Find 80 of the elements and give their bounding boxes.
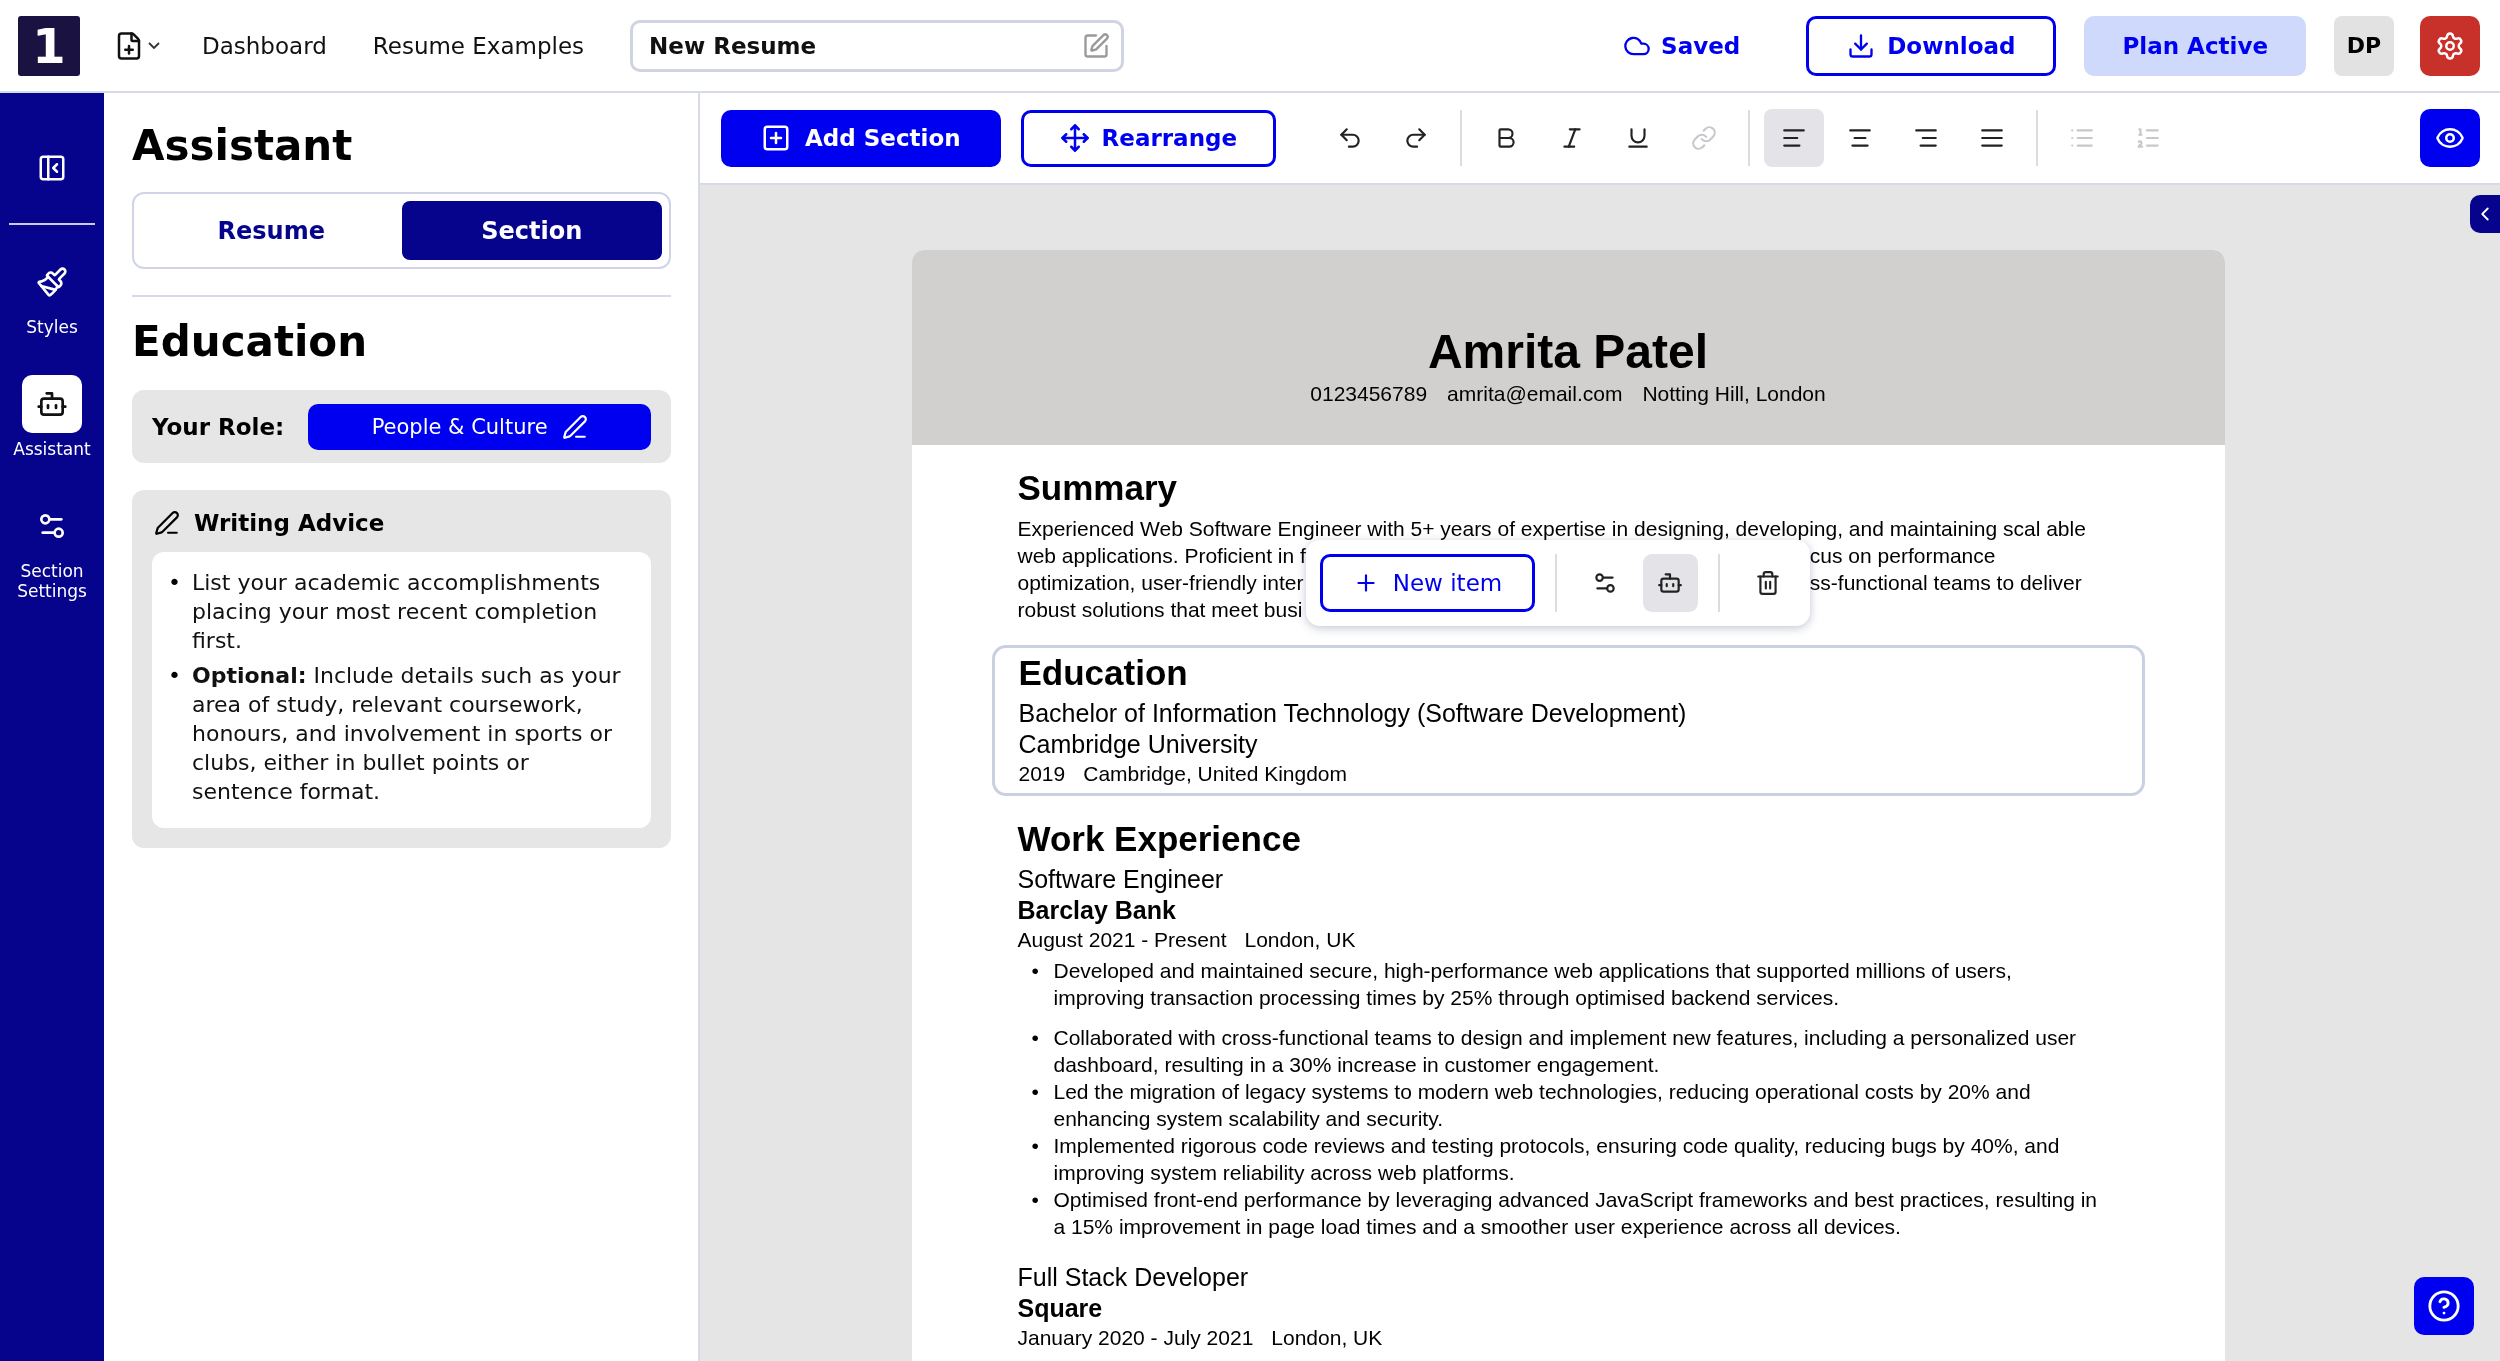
item-action-button[interactable] [1642,553,1699,612]
company-name: Square [1017,1293,1104,1324]
pen-icon [561,413,588,440]
rail-item[interactable]: Assistant [2,375,102,459]
collapse-panel-icon [37,153,67,183]
bullet-text: Optimised front-end performance by leveraging advanced JavaScript frameworks and best practices, resulting in a 15% improvement in page load times and a smoother user experience across all devices. [1053,1187,2098,1240]
link-icon [1691,125,1718,151]
bullet-marker: • [1031,1187,1040,1213]
section-title: Education [132,317,369,366]
bullet-marker: • [1031,958,1040,984]
section-heading: Education [1018,652,1189,694]
logo[interactable]: 1 [18,15,80,76]
contact-text: Notting Hill, London [1642,382,1826,406]
job-title: Software Engineer [1017,864,1225,895]
nav-link[interactable]: Resume Examples [372,32,585,59]
panel-title: Assistant [132,121,354,170]
resume-name: Amrita Patel [1427,326,1709,378]
help-button[interactable] [2414,1277,2474,1335]
rail-item[interactable]: Styles [2,253,102,337]
year-text: 2019 [1018,761,1066,787]
summary-text: optimization, user-friendly inter [1017,570,1305,596]
job-title: Full Stack Developer [1017,1262,1250,1293]
location-text: Cambridge, United Kingdom [1083,761,1348,787]
contact-text: 0123456789 [1310,382,1428,406]
degree-text: Bachelor of Information Technology (Software Development) [1018,698,1688,729]
summary-text: robust solutions that meet busi [1017,597,1304,623]
date-text: January 2020 - July 2021 [1017,1325,1254,1351]
bullet-text: Developed and maintained secure, high-performance web applications that supported millions of users, improving transaction processing times by 25% through optimised backend services. [1053,958,2013,1011]
rearrange-button[interactable]: Rearrange [1020,109,1277,167]
bullet-text: Implemented rigorous code reviews and testing protocols, ensuring code quality, reducing bugs by 40%, and improving system reliability across web platforms. [1053,1133,2061,1186]
role-label: Your Role: [152,413,285,440]
bullet-marker: • [1031,1079,1040,1105]
advice-text: List your academic accomplishments placing your most recent completion first. [192,569,602,655]
toolbar-button[interactable] [1764,109,1825,167]
company-name: Barclay Bank [1017,895,1177,926]
plus-square-icon [761,123,791,153]
bullet-text: Collaborated with cross-functional teams to design and implement new features, including a personalized user dashboard, resulting in a 30% increase in customer engagement. [1053,1025,2078,1078]
bullet-marker: • [168,569,182,597]
bullet-marker: • [1031,1133,1040,1159]
tab[interactable]: Section [401,201,662,260]
section-heading: Summary [1017,467,1179,509]
move-icon [1059,123,1090,153]
education-section[interactable]: Education Bachelor of Information Technology (Software Development) Cambridge University 2019 Cambridge, United Kingdom [991,645,2145,796]
advice-title: Writing Advice [194,510,385,536]
section-heading: Work Experience [1017,818,1302,860]
contact-text: amrita@email.com [1447,382,1623,406]
school-text: Cambridge University [1018,729,1259,760]
advice-text: Optional: Include details such as your area of study, relevant coursework, honours, and involvement in sports or clubs, either in bullet points or sentence format. [192,662,622,806]
summary-text: ss-functional teams to deliver [1809,570,2082,596]
bullet-text: Led the migration of legacy systems to modern web technologies, reducing operational costs by 20% and enhancing system scalability and security. [1053,1079,2032,1132]
settings-button[interactable] [2420,15,2480,76]
document-title-field[interactable]: New Resume [630,19,1125,72]
nav-link[interactable]: Dashboard [202,32,327,59]
rail-item[interactable]: Section Settings [2,497,102,601]
bullet-marker: • [168,662,182,690]
new-item-button[interactable]: New item [1319,553,1536,612]
preview-button[interactable] [2420,109,2480,167]
pen-icon [154,510,180,536]
user-avatar[interactable]: DP [2334,15,2394,76]
summary-text: cus on performance [1809,543,1997,569]
location-text: London, UK [1244,927,1356,953]
role-button[interactable]: People & Culture [308,403,651,450]
add-section-button[interactable]: Add Section [721,109,1001,167]
plan-button[interactable]: Plan Active [2084,15,2306,76]
edit-icon [1082,31,1111,60]
trash-icon [1755,569,1781,596]
summary-text: web applications. Proficient in f [1017,543,1306,569]
numbered-list-icon [2135,125,2162,151]
expand-button[interactable] [2470,195,2500,233]
save-status: Saved [1661,32,1741,59]
summary-text: Experienced Web Software Engineer with 5+ years of expertise in designing, developing, and maintaining scal able [1017,516,2087,542]
location-text: London, UK [1271,1325,1383,1351]
paintbrush-icon [36,266,68,298]
settings-icon [2435,30,2465,61]
download-icon [1847,31,1876,60]
date-text: August 2021 - Present [1017,927,1227,953]
download-button[interactable]: Download [1806,15,2057,76]
help-icon [2427,1289,2461,1323]
caret-icon [148,42,160,49]
bullet-marker: • [1031,1025,1040,1051]
